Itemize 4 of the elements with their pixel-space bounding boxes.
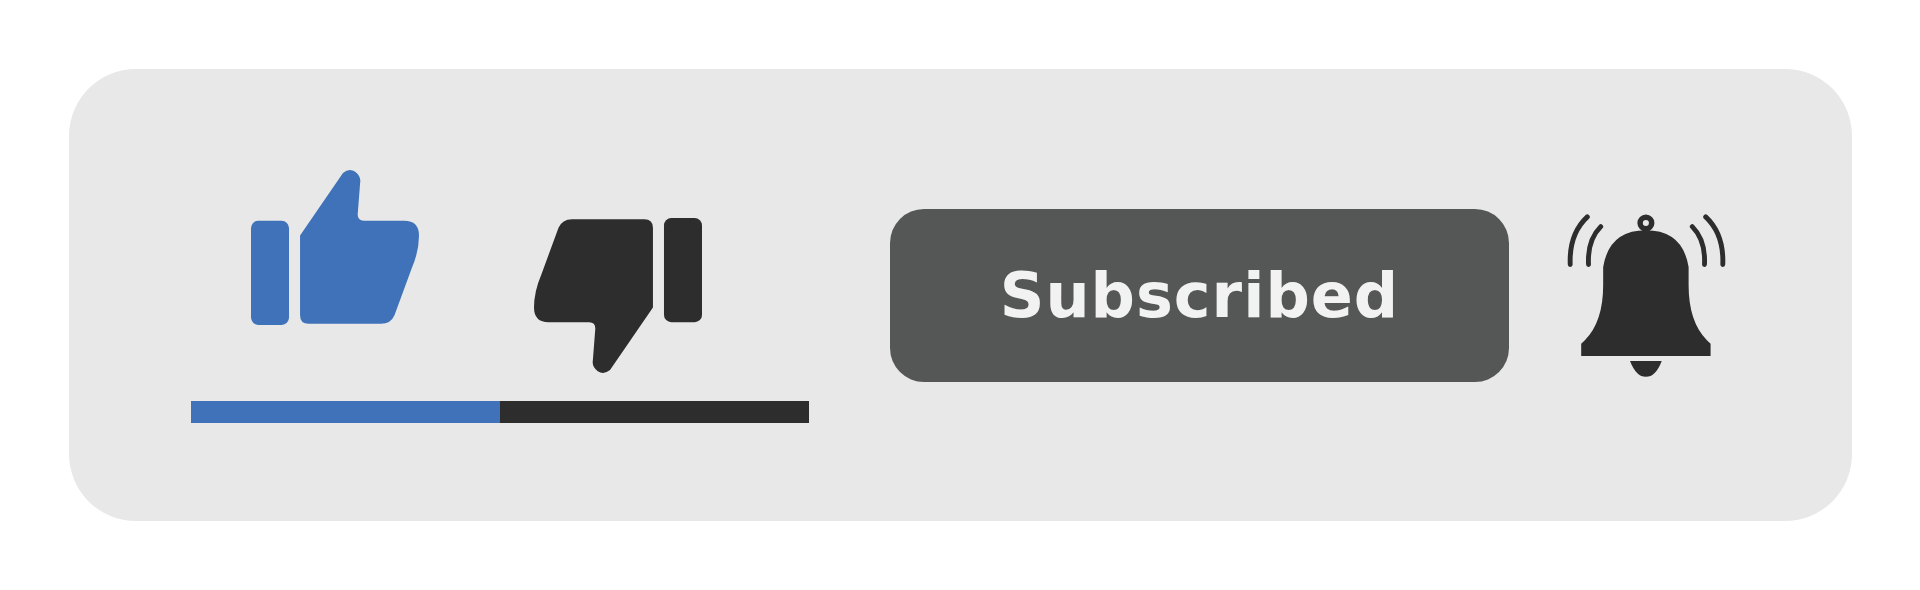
bell-icon[interactable] [1566, 212, 1727, 378]
subscribed-button[interactable]: Subscribed [890, 208, 1509, 382]
thumbs-up-icon[interactable] [251, 167, 419, 325]
thumbs-down-icon[interactable] [534, 217, 702, 375]
